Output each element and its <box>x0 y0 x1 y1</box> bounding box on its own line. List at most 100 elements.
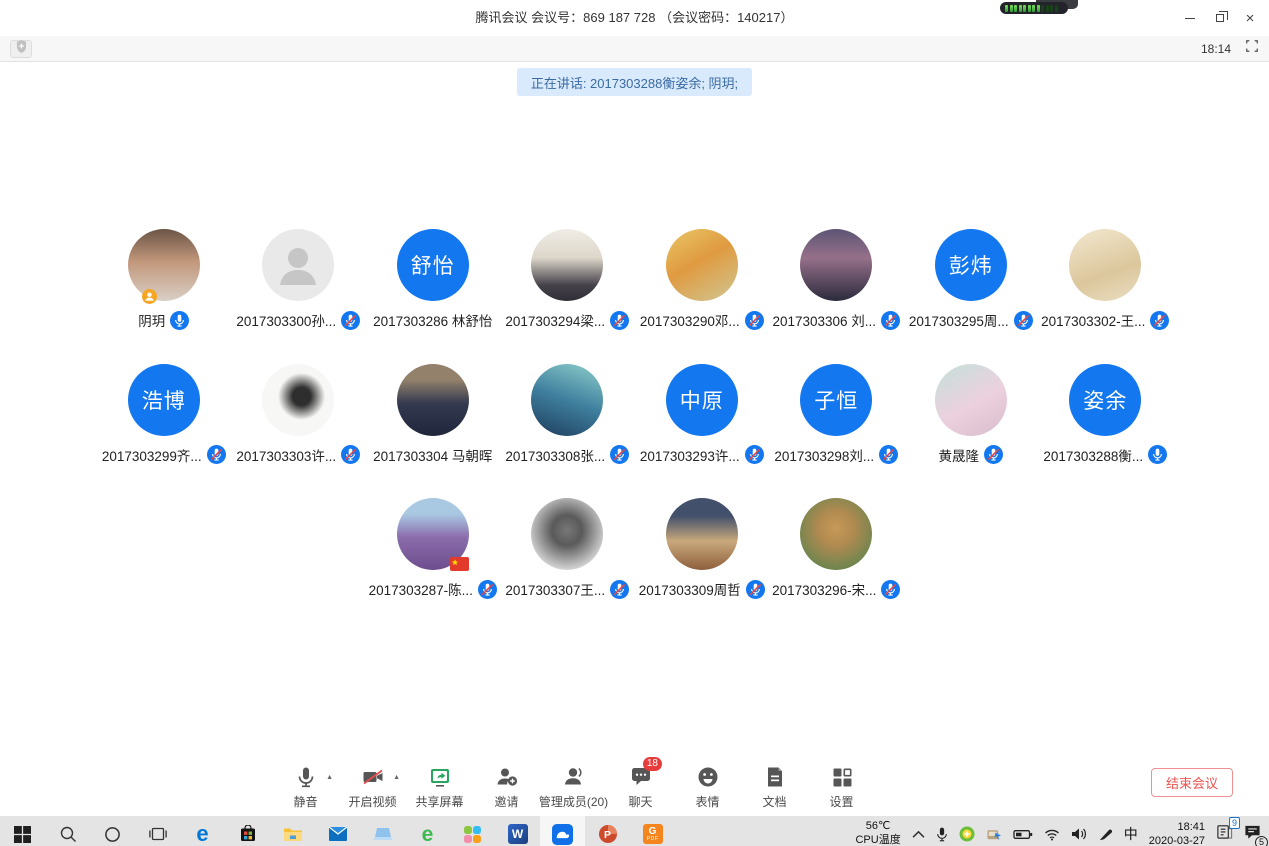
participant-name: 2017303293许... <box>640 445 740 465</box>
caret-up-icon[interactable]: ▲ <box>326 774 333 781</box>
participant-name: 2017303286 林舒怡 <box>373 310 492 330</box>
battery-icon[interactable] <box>1013 828 1033 841</box>
participant-tile[interactable]: 子恒2017303298刘... <box>769 364 904 466</box>
fullscreen-button[interactable] <box>1245 39 1259 58</box>
participant-tile[interactable]: 浩博2017303299齐... <box>97 364 232 466</box>
mic-muted-icon <box>341 311 360 330</box>
taskbar-button-edge[interactable]: e <box>180 816 225 846</box>
camera-off-icon <box>360 764 386 790</box>
restore-button[interactable] <box>1205 0 1235 36</box>
update-icon[interactable] <box>986 827 1002 842</box>
cpu-temp-widget[interactable]: 56℃ CPU温度 <box>855 820 900 846</box>
clock-date: 2020-03-27 <box>1149 834 1205 846</box>
participant-name: 2017303302-王... <box>1041 310 1145 330</box>
participant-tile[interactable]: 姿余2017303288衡... <box>1038 364 1173 466</box>
taskbar-button-pdf[interactable]: GPDF <box>630 816 675 846</box>
mute-button[interactable]: ▲静音 <box>272 764 339 810</box>
participant-name: 2017303308张... <box>505 445 605 465</box>
taskbar-button-file-explorer[interactable] <box>270 816 315 846</box>
participant-tile[interactable]: 2017303304 马朝晖 <box>366 364 501 466</box>
settings-button[interactable]: 设置 <box>808 764 875 810</box>
caret-up-icon[interactable]: ▲ <box>393 774 400 781</box>
host-badge-icon <box>142 289 157 304</box>
share-screen-button[interactable]: 共享屏幕 <box>406 764 473 810</box>
antivirus-icon[interactable] <box>959 826 975 842</box>
taskbar-button-ie[interactable]: e <box>405 816 450 846</box>
participant-avatar: 中原 <box>666 364 738 436</box>
taskbar-button-mail[interactable] <box>315 816 360 846</box>
manage-members-button[interactable]: 管理成员(20) <box>540 764 607 810</box>
participant-tile[interactable]: 2017303308张... <box>500 364 635 466</box>
participant-avatar <box>262 364 334 436</box>
mic-muted-icon <box>610 580 629 599</box>
close-button[interactable]: × <box>1235 0 1265 36</box>
participant-name: 2017303287-陈... <box>369 579 473 599</box>
participant-tile[interactable]: 阴玥 <box>97 229 232 331</box>
taskbar-button-store[interactable] <box>225 816 270 846</box>
taskbar-button-word[interactable]: W <box>495 816 540 846</box>
participant-tile[interactable]: 2017303306 刘... <box>769 229 904 331</box>
meeting-health-button[interactable] <box>10 40 32 58</box>
participant-label: 2017303303许... <box>236 444 360 466</box>
participant-label: 2017303287-陈... <box>369 578 497 600</box>
minimize-button[interactable] <box>1175 0 1205 36</box>
taskbar-button-powerpoint[interactable]: P <box>585 816 630 846</box>
participant-tile[interactable]: 2017303296-宋... <box>769 498 904 600</box>
participant-tile[interactable]: 2017303300孙... <box>231 229 366 331</box>
participant-name: 2017303290邓... <box>640 310 740 330</box>
participant-label: 2017303299齐... <box>102 444 226 466</box>
tray-mic-icon[interactable] <box>936 826 948 843</box>
end-meeting-button[interactable]: 结束会议 <box>1151 768 1233 797</box>
audio-meter-segment <box>1019 5 1022 12</box>
chevron-up-icon[interactable] <box>912 830 925 839</box>
volume-icon[interactable] <box>1071 827 1087 841</box>
close-icon: × <box>1246 10 1255 27</box>
pen-icon[interactable] <box>1098 827 1113 842</box>
meeting-info-bar: 18:14 <box>0 36 1269 62</box>
toolbar-button-label: 邀请 <box>494 793 518 810</box>
taskbar-clock[interactable]: 18:41 2020-03-27 <box>1149 820 1205 846</box>
participant-avatar <box>397 364 469 436</box>
mic-muted-icon <box>746 580 765 599</box>
system-tray: 56℃ CPU温度 中 18:41 2020-03-27 9 5 <box>855 816 1269 846</box>
participant-tile[interactable]: 舒怡 2017303286 林舒怡 <box>366 229 501 331</box>
taskbar-button-pc[interactable] <box>360 816 405 846</box>
invite-button[interactable]: 邀请 <box>473 764 540 810</box>
notification-center-button[interactable]: 5 <box>1244 824 1261 845</box>
mic-muted-icon <box>881 580 900 599</box>
participant-tile[interactable]: 2017303309周哲 <box>635 498 770 600</box>
participant-tile[interactable]: 彭炜2017303295周... <box>904 229 1039 331</box>
start-video-button[interactable]: ▲开启视频 <box>339 764 406 810</box>
participant-tile[interactable]: 2017303294梁... <box>500 229 635 331</box>
taskbar-button-tencent-meeting[interactable] <box>540 816 585 846</box>
taskbar-button-search[interactable] <box>45 816 90 846</box>
participant-avatar <box>666 498 738 570</box>
participant-tile[interactable]: 2017303307王... <box>500 498 635 600</box>
chat-unread-badge: 18 <box>643 757 662 771</box>
participant-name: 阴玥 <box>138 310 165 330</box>
ime-indicator[interactable]: 中 <box>1124 824 1138 844</box>
participant-label: 2017303294梁... <box>505 309 629 331</box>
taskbar-button-windows-start[interactable] <box>0 816 45 846</box>
participant-tile[interactable]: 黄晟隆 <box>904 364 1039 466</box>
taskbar-button-task-view[interactable] <box>135 816 180 846</box>
sticky-notes-button[interactable]: 9 <box>1216 823 1233 845</box>
mic-muted-icon <box>610 445 629 464</box>
emoji-button[interactable]: 表情 <box>674 764 741 810</box>
participant-avatar <box>531 229 603 301</box>
participant-tile[interactable]: 2017303287-陈... <box>366 498 501 600</box>
participant-avatar: 舒怡 <box>397 229 469 301</box>
mic-muted-icon <box>745 311 764 330</box>
participant-tile[interactable]: 2017303290邓... <box>635 229 770 331</box>
participant-tile[interactable]: 2017303303许... <box>231 364 366 466</box>
share-screen-icon <box>427 764 453 790</box>
participant-tile[interactable]: 中原 2017303293许... <box>635 364 770 466</box>
participant-name: 2017303288衡... <box>1043 445 1143 465</box>
participant-tile[interactable]: 2017303302-王... <box>1038 229 1173 331</box>
taskbar-button-grid-app[interactable] <box>450 816 495 846</box>
participant-avatar <box>800 498 872 570</box>
docs-button[interactable]: 文档 <box>741 764 808 810</box>
taskbar-button-cortana[interactable] <box>90 816 135 846</box>
chat-button[interactable]: 18聊天 <box>607 764 674 810</box>
wifi-icon[interactable] <box>1044 828 1060 841</box>
